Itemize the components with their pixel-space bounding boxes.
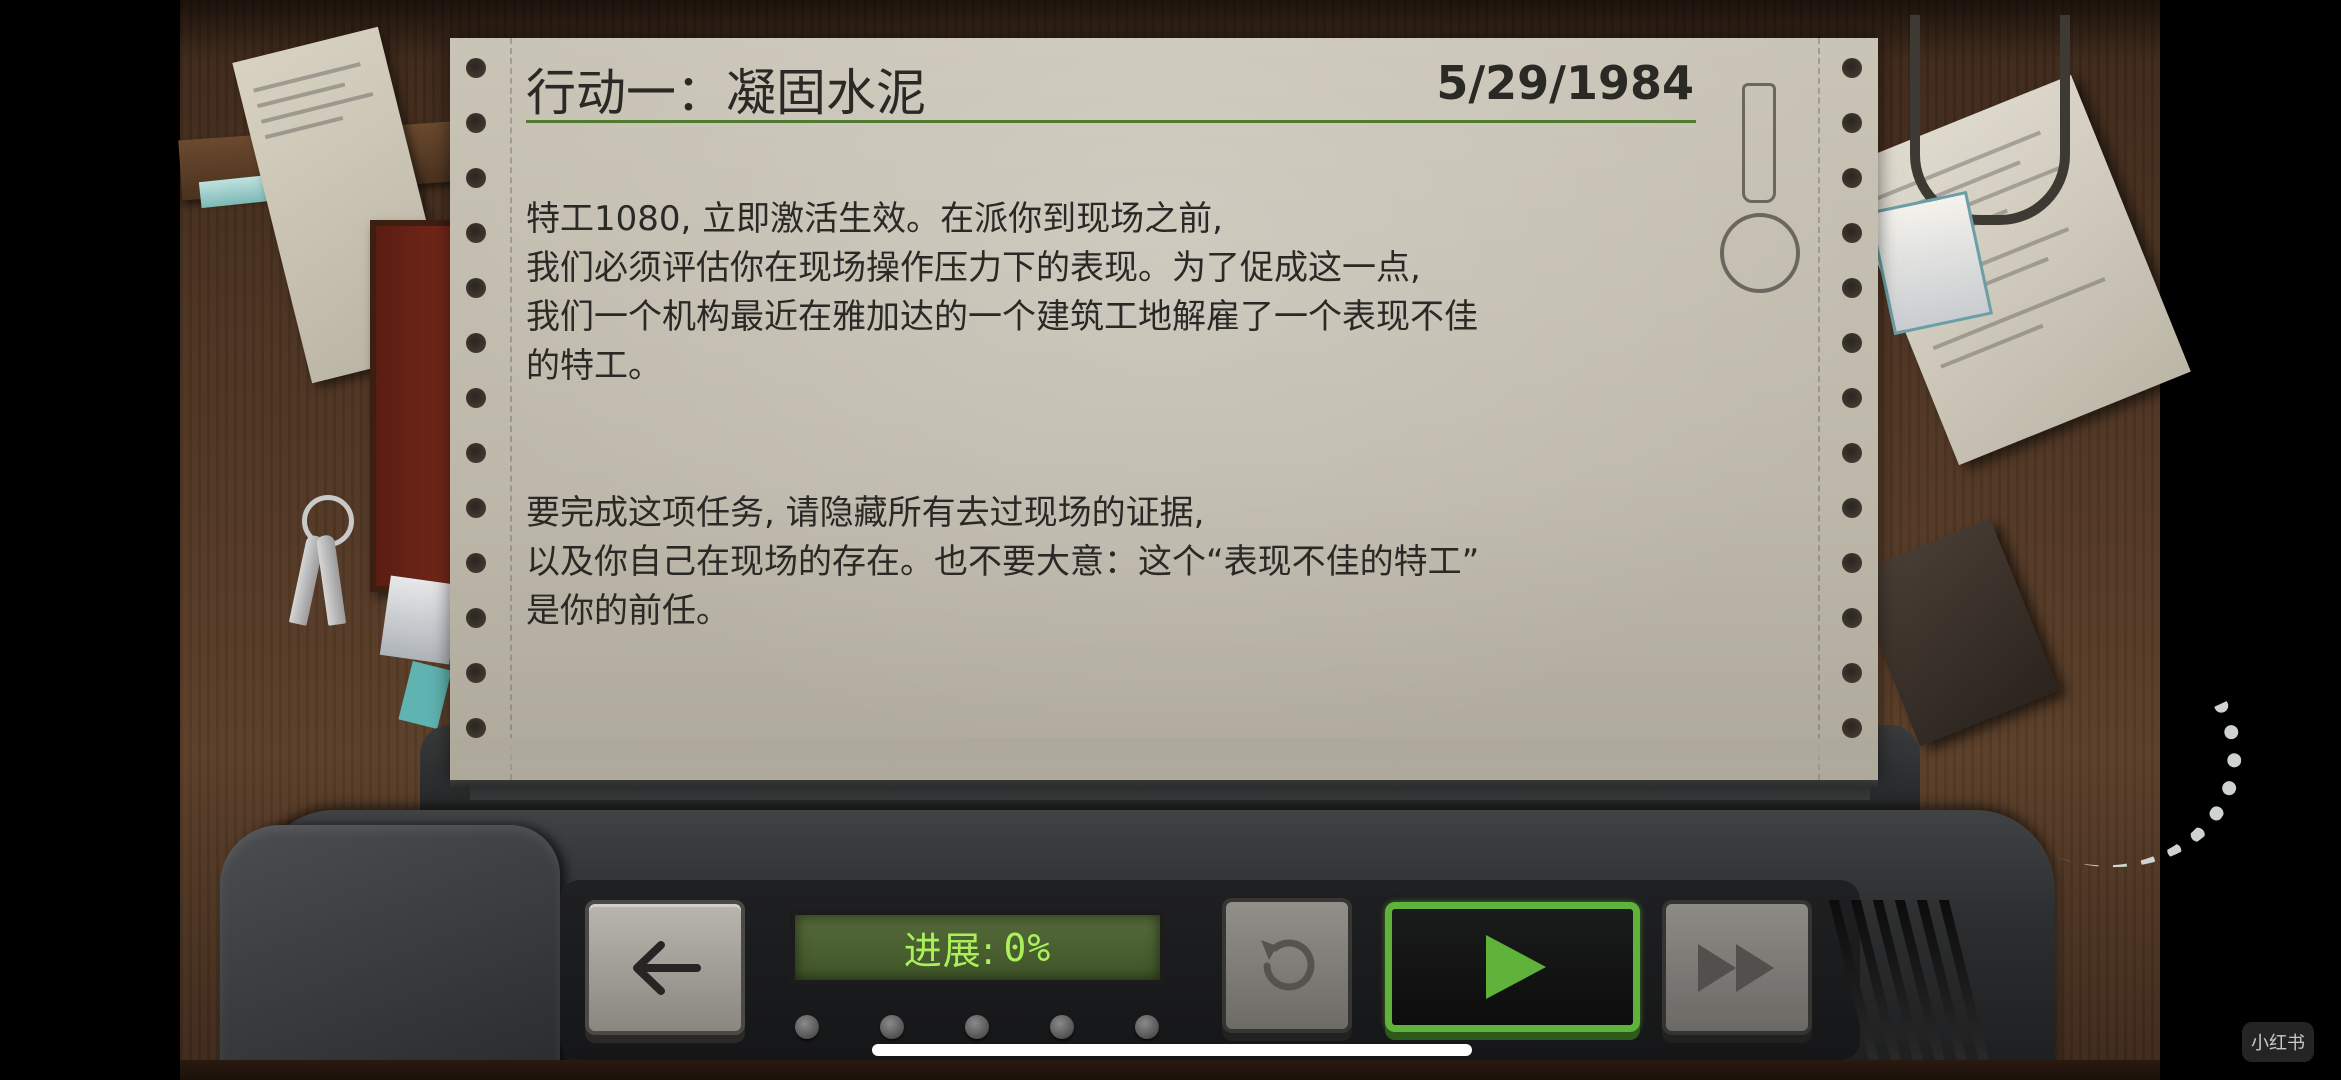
- thermometer-tag-icon: [1720, 83, 1800, 298]
- mission-title: 行动一：凝固水泥: [526, 64, 926, 122]
- lanyard-prop: [1910, 15, 2070, 225]
- briefing-paragraph: 特工1080, 立即激活生效。在派你到现场之前, 我们必须评估你在现场操作压力下…: [526, 199, 1478, 386]
- mission-date: 5/29/1984: [1436, 56, 1694, 110]
- fast-forward-icon: [1698, 943, 1774, 992]
- indicator-led: [965, 1015, 989, 1039]
- undo-icon: [1261, 939, 1315, 990]
- perforation-right: [1818, 38, 1880, 780]
- indicator-led: [1050, 1015, 1074, 1039]
- keys-icon: [288, 495, 360, 645]
- play-icon: [1485, 935, 1546, 999]
- speaker-grille: [1828, 900, 1992, 1070]
- home-indicator[interactable]: [872, 1044, 1472, 1056]
- indicator-led: [880, 1015, 904, 1039]
- play-button[interactable]: [1385, 902, 1640, 1032]
- indicator-led: [795, 1015, 819, 1039]
- progress-label: 进展:: [903, 929, 996, 973]
- watermark-logo: 小红书: [2242, 1022, 2314, 1062]
- back-button[interactable]: [585, 900, 745, 1035]
- arrow-left-icon: [633, 940, 701, 995]
- photo-prop: [379, 575, 461, 665]
- progress-value: 0%: [1003, 925, 1052, 970]
- perforation-left: [450, 38, 512, 780]
- fast-forward-button[interactable]: [1662, 900, 1812, 1035]
- paper-fade: [450, 738, 1878, 788]
- title-divider: [526, 120, 1696, 123]
- briefing-paragraph: 要完成这项任务, 请隐藏所有去过现场的证据, 以及你自己在现场的存在。也不要大意…: [526, 493, 1480, 631]
- desk-edge: [180, 1060, 2160, 1080]
- mission-briefing-text: 特工1080, 立即激活生效。在派你到现场之前, 我们必须评估你在现场操作压力下…: [526, 146, 1666, 734]
- game-scene: 行动一：凝固水泥 5/29/1984 特工1080, 立即激活生效。在派你到现场…: [0, 0, 2341, 1080]
- phone-handset: [220, 825, 560, 1080]
- mission-briefing-paper: 行动一：凝固水泥 5/29/1984 特工1080, 立即激活生效。在派你到现场…: [450, 38, 1878, 780]
- indicator-lights: [795, 1015, 1175, 1045]
- indicator-led: [1135, 1015, 1159, 1039]
- undo-button[interactable]: [1222, 898, 1352, 1033]
- progress-display: 进展: 0%: [790, 910, 1165, 985]
